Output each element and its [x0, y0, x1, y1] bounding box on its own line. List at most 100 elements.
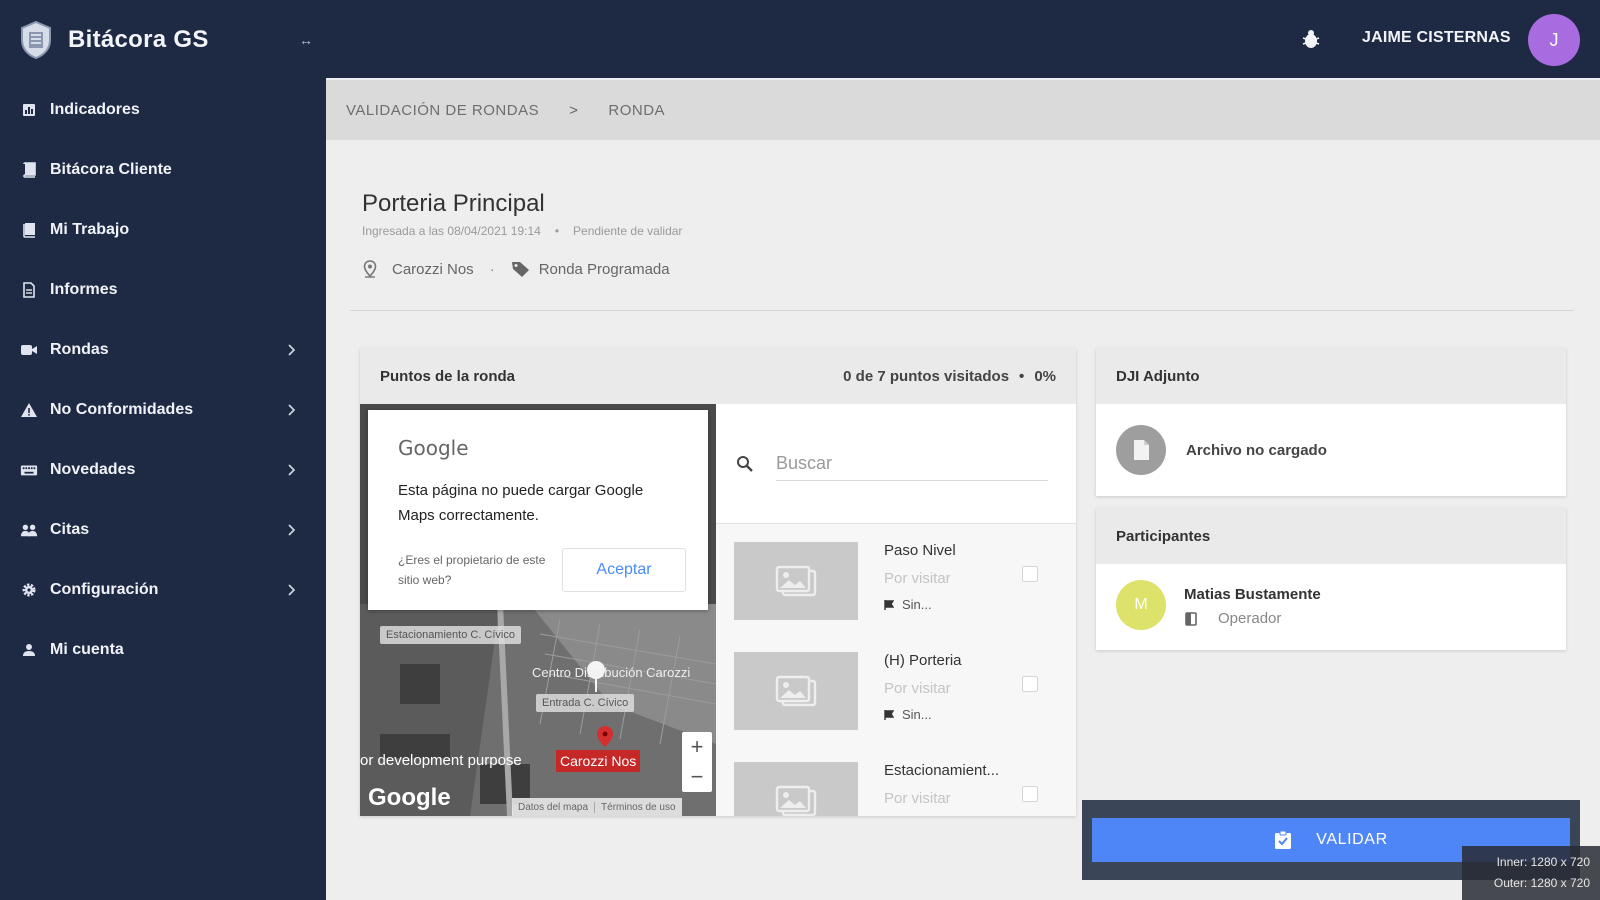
map-data-link[interactable]: Datos del mapa	[512, 802, 594, 813]
user-name[interactable]: JAIME CISTERNAS	[1362, 29, 1511, 47]
image-placeholder-icon	[734, 652, 858, 730]
google-logo: Google	[368, 784, 451, 811]
search-input[interactable]	[776, 446, 1048, 481]
point-extra-text: Sin...	[902, 597, 932, 612]
sidebar-item-bitacora-cliente[interactable]: Bitácora Cliente	[0, 140, 326, 200]
dashboard-icon	[20, 101, 38, 119]
page-meta: Ingresada a las 08/04/2021 19:14 • Pendien…	[362, 224, 682, 238]
sidebar-item-informes[interactable]: Informes	[0, 260, 326, 320]
maps-owner-question: ¿Eres el propietario de este sitio web?	[398, 553, 546, 587]
sidebar-item-label: Mi Trabajo	[50, 221, 130, 238]
entry-date: Ingresada a las 08/04/2021 19:14	[362, 224, 541, 238]
viewport-inner: Inner: 1280 x 720	[1496, 855, 1590, 869]
sidebar-item-citas[interactable]: Citas	[0, 500, 326, 560]
sidebar-item-mi-cuenta[interactable]: Mi cuenta	[0, 620, 326, 680]
chevron-right-icon	[284, 581, 298, 599]
point-status: Por visitar	[884, 570, 951, 587]
breadcrumb-item-validacion[interactable]: VALIDACIÓN DE RONDAS	[346, 102, 539, 119]
app-title: Bitácora GS	[68, 26, 209, 53]
progress-summary: 0 de 7 puntos visitados • 0%	[843, 368, 1056, 385]
validation-status: Pendiente de validar	[573, 224, 683, 238]
participant-role: Operador	[1184, 610, 1281, 627]
attachment-row: Archivo no cargado	[1096, 404, 1566, 496]
card-header: DJI Adjunto	[1096, 348, 1566, 404]
brand[interactable]: Bitácora GS	[0, 0, 326, 80]
sidebar-item-no-conformidades[interactable]: No Conformidades	[0, 380, 326, 440]
map-place-label: Centro Distribución Carozzi	[532, 665, 691, 680]
point-name: (H) Porteria	[884, 652, 962, 669]
progress-percent: 0%	[1034, 367, 1056, 385]
shield-logo-icon	[18, 20, 54, 60]
list-item[interactable]: Paso Nivel Por visitar Sin...	[716, 524, 1076, 634]
flag-icon	[884, 709, 894, 720]
gear-icon	[20, 581, 38, 599]
map-place-label: Estacionamiento C. Cívico	[380, 626, 521, 644]
zoom-out-button[interactable]: −	[691, 766, 704, 788]
zoom-in-button[interactable]: +	[691, 736, 704, 758]
map[interactable]: Estacionamiento C. Cívico Entrada C. Cív…	[360, 404, 716, 816]
bug-notification-icon[interactable]	[1300, 28, 1322, 50]
card-title: Puntos de la ronda	[380, 367, 516, 385]
book-icon	[20, 161, 38, 179]
participants-card: Participantes M Matias Bustamente Operad…	[1096, 508, 1566, 650]
breadcrumb-separator: >	[569, 101, 579, 119]
avatar[interactable]: J	[1528, 14, 1580, 66]
breadcrumb-item-ronda[interactable]: RONDA	[608, 102, 665, 119]
keyboard-icon	[20, 461, 38, 479]
validate-label: VALIDAR	[1316, 831, 1388, 848]
sidebar-item-label: Rondas	[50, 341, 109, 358]
maps-error-message: Esta página no puede cargar Google Maps …	[398, 482, 644, 524]
list-item[interactable]: Estacionamient... Por visitar	[716, 744, 1076, 816]
attachment-status: Archivo no cargado	[1186, 441, 1327, 459]
sidebar-item-mi-trabajo[interactable]: Mi Trabajo	[0, 200, 326, 260]
warning-icon	[20, 401, 38, 419]
image-placeholder-icon	[734, 762, 858, 816]
sidebar-item-indicadores[interactable]: Indicadores	[0, 80, 326, 140]
chevron-right-icon	[284, 521, 298, 539]
list-item[interactable]: (H) Porteria Por visitar Sin...	[716, 634, 1076, 744]
point-checkbox[interactable]	[1022, 676, 1038, 692]
round-points-card: Puntos de la ronda 0 de 7 puntos visitad…	[360, 348, 1076, 816]
breadcrumb: VALIDACIÓN DE RONDAS > RONDA	[326, 80, 1600, 140]
page-title: Porteria Principal	[362, 190, 545, 217]
sidebar-nav: Indicadores Bitácora Cliente Mi Trabajo …	[0, 80, 326, 680]
point-name: Estacionamient...	[884, 762, 1000, 779]
map-terms-link[interactable]: Términos de uso	[594, 801, 681, 813]
sidebar-item-rondas[interactable]: Rondas	[0, 320, 326, 380]
point-name: Paso Nivel	[884, 542, 956, 559]
progress-text: 0 de 7 puntos visitados	[843, 367, 1010, 385]
point-checkbox[interactable]	[1022, 786, 1038, 802]
dji-attachment-card: DJI Adjunto Archivo no cargado	[1096, 348, 1566, 496]
flag-icon	[884, 599, 894, 610]
sidebar-item-label: Configuración	[50, 581, 159, 598]
points-list-panel: Paso Nivel Por visitar Sin... (H) Porter…	[716, 404, 1076, 816]
accept-button[interactable]: Aceptar	[562, 548, 686, 592]
sidebar-item-label: Citas	[50, 521, 90, 538]
file-icon	[1116, 425, 1166, 475]
progress-separator: •	[1019, 367, 1025, 385]
tag-separator: ·	[489, 260, 495, 278]
card-header: Participantes	[1096, 508, 1566, 564]
google-dialog-logo: Google	[398, 436, 469, 460]
user-icon	[20, 641, 38, 659]
point-extra: Sin...	[884, 597, 932, 612]
card-header: Puntos de la ronda 0 de 7 puntos visitad…	[360, 348, 1076, 404]
location-pin-icon	[362, 260, 378, 278]
card-title: Participantes	[1116, 527, 1211, 545]
map-footer: Datos del mapa Términos de uso	[512, 798, 682, 816]
id-badge-icon	[1184, 611, 1198, 626]
sidebar-item-label: Informes	[50, 281, 118, 298]
collapse-sidebar-icon[interactable]: ↔	[296, 32, 316, 48]
participant-row[interactable]: M Matias Bustamente Operador	[1096, 564, 1566, 650]
card-title: DJI Adjunto	[1116, 367, 1200, 385]
point-extra: Sin...	[884, 707, 932, 722]
viewport-outer: Outer: 1280 x 720	[1493, 876, 1590, 890]
point-checkbox[interactable]	[1022, 566, 1038, 582]
sidebar-item-novedades[interactable]: Novedades	[0, 440, 326, 500]
map-marker-label: Carozzi Nos	[556, 750, 641, 772]
sidebar: Bitácora GS ↔ Indicadores Bitácora Clien…	[0, 0, 326, 900]
map-zoom-control: + −	[682, 732, 712, 792]
document-icon	[20, 281, 38, 299]
sidebar-item-configuracion[interactable]: Configuración	[0, 560, 326, 620]
sidebar-item-label: Bitácora Cliente	[50, 161, 172, 178]
